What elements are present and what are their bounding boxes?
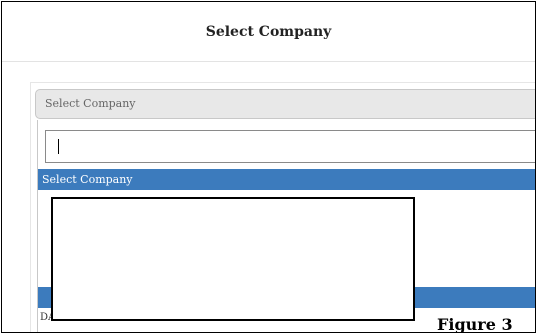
redaction-box (51, 197, 415, 321)
text-cursor (58, 139, 59, 154)
modal-title: Select Company (205, 24, 332, 40)
company-search-input[interactable] (45, 130, 535, 163)
option-select-company[interactable]: Select Company (38, 169, 535, 190)
company-select[interactable]: Select Company (35, 89, 535, 119)
modal-header: Select Company (2, 2, 535, 62)
figure-caption: Figure 3 (437, 315, 513, 333)
dialog-window: Select Company Select Company Select Com… (1, 1, 536, 333)
